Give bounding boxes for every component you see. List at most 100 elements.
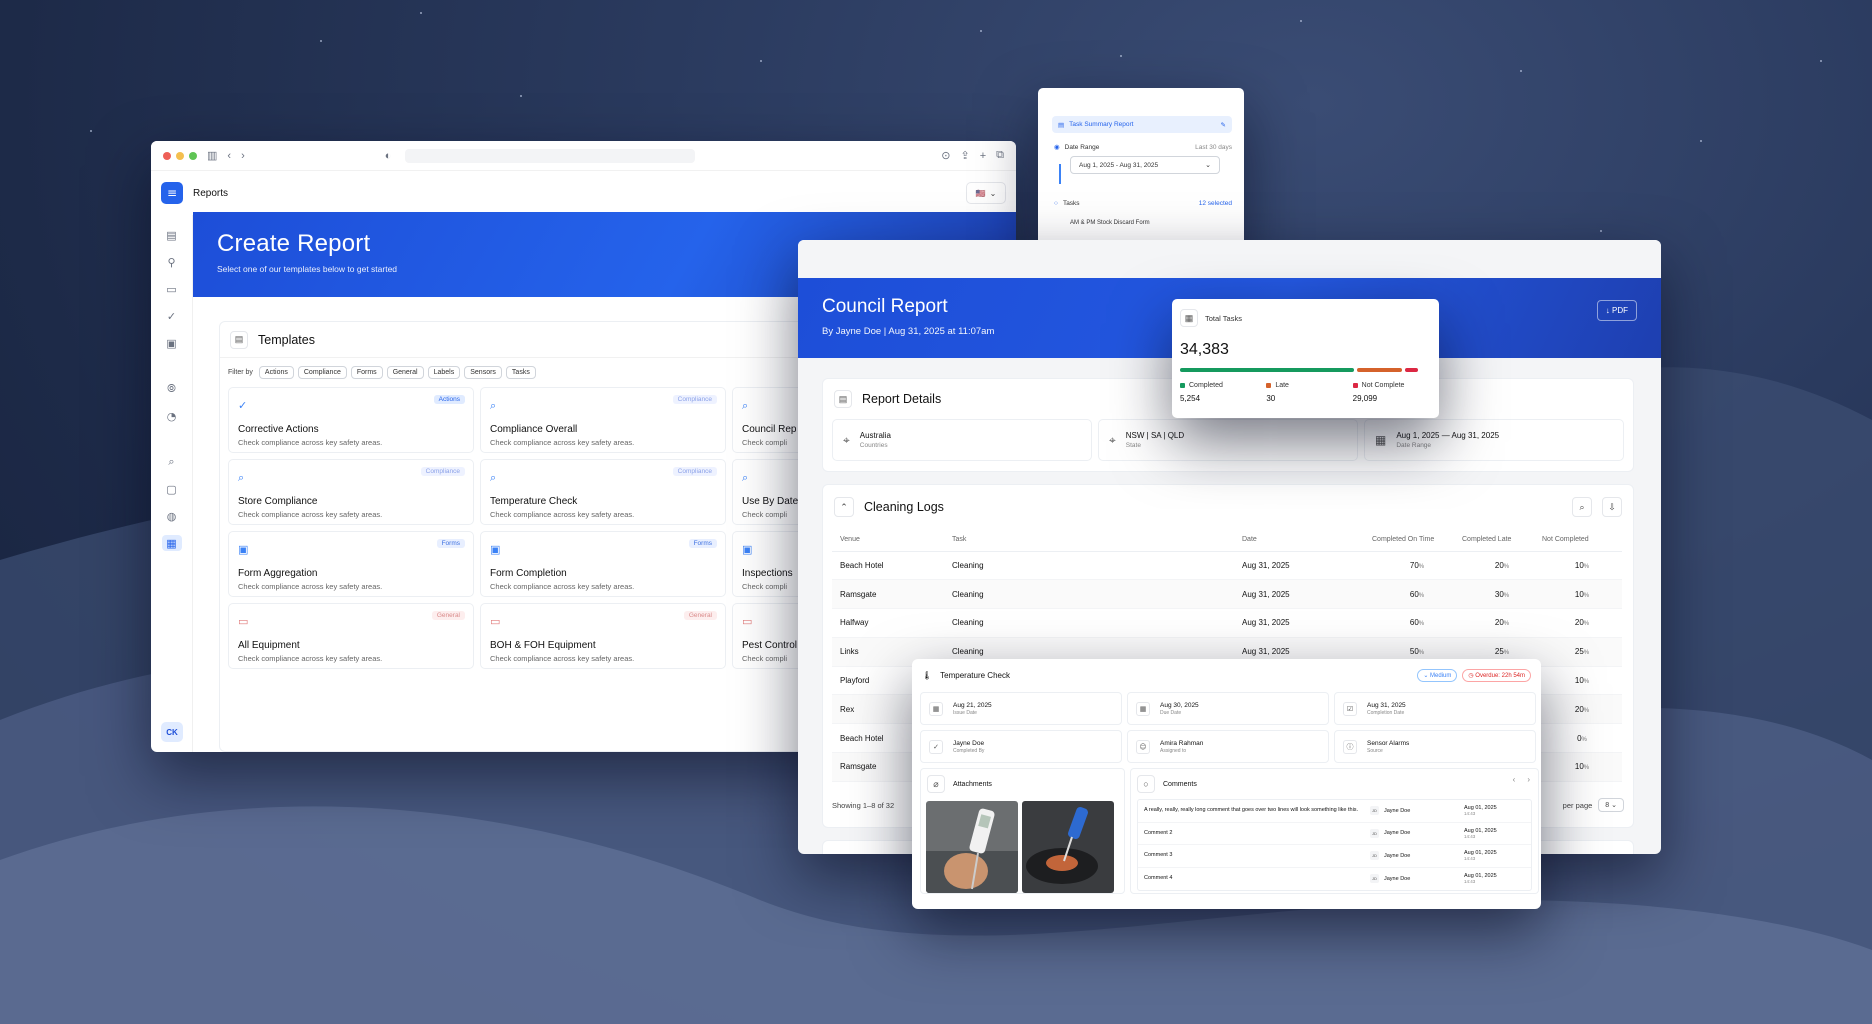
sidebar-forms-icon[interactable]: ▣ — [162, 335, 182, 351]
comment-bubble-icon: ○ — [1137, 775, 1155, 793]
comment-datetime: Aug 01, 2025 14:43 — [1464, 873, 1497, 884]
comment-row[interactable]: Comment 4 JD Jayne Doe Aug 01, 2025 14:43 — [1138, 868, 1531, 891]
col-date[interactable]: Date — [1242, 529, 1372, 552]
sidebar-reports-icon[interactable]: ▦ — [161, 535, 182, 551]
comment-author: JD Jayne Doe — [1370, 828, 1464, 838]
sidebar-hierarchy-icon[interactable]: ⚲ — [162, 254, 182, 270]
not-completed-cell: 10% — [1542, 752, 1622, 782]
sidebar-palette-icon[interactable]: ◍ — [162, 508, 182, 524]
user-avatar[interactable]: CK — [161, 722, 183, 742]
template-badge: Compliance — [672, 395, 717, 404]
sidebar-sensor-icon[interactable]: ⦾ — [162, 381, 182, 397]
task-status-bar — [1180, 368, 1432, 372]
template-grid: ✓ Actions Corrective Actions Check complian… — [220, 387, 978, 669]
template-card[interactable]: ✓ Actions Corrective Actions Check complian… — [228, 387, 474, 453]
task-field: ✓ Jayne Doe Completed By — [920, 730, 1122, 763]
date-range-select[interactable]: Aug 1, 2025 - Aug 31, 2025 ⌄ — [1070, 156, 1220, 174]
task-list-item[interactable]: AM & PM Stock Discard Form — [1070, 220, 1244, 226]
sidebar-check-icon[interactable]: ✓ — [162, 308, 182, 324]
report-details-title: Report Details — [862, 392, 942, 406]
comment-row[interactable]: A really, really, really long comment th… — [1138, 800, 1531, 823]
share-icon[interactable]: ⇪ — [960, 149, 969, 162]
download-icon[interactable]: ⊙ — [941, 149, 950, 162]
sidebar-monitor-icon[interactable]: ▢ — [162, 481, 182, 497]
template-card[interactable]: ▭ General All Equipment Check compliance ac… — [228, 603, 474, 669]
template-card[interactable]: ▭ General BOH & FOH Equipment Check complia… — [480, 603, 726, 669]
app-logo-icon[interactable]: ≡ — [161, 182, 183, 204]
new-tab-icon[interactable]: + — [980, 150, 986, 162]
download-icon[interactable]: ⇩ — [1602, 497, 1622, 517]
maximize-window-icon[interactable] — [189, 151, 197, 160]
edit-icon[interactable]: ✎ — [1221, 121, 1226, 129]
template-card[interactable]: ⌕ Compliance Temperature Check Check compli… — [480, 459, 726, 525]
sidebar-toggle-icon[interactable]: ▥ — [207, 149, 217, 162]
back-icon[interactable]: ‹ — [227, 150, 231, 162]
col-venue[interactable]: Venue — [832, 529, 952, 552]
template-name: Compliance Overall — [490, 424, 578, 435]
col-not-completed[interactable]: Not Completed — [1542, 529, 1622, 552]
template-card[interactable]: ⌕ Compliance Compliance Overall Check compl… — [480, 387, 726, 453]
venue-cell: Beach Hotel — [832, 551, 952, 581]
collapse-chevron-icon[interactable]: ⌃ — [834, 497, 854, 517]
table-row[interactable]: Beach Hotel Cleaning Aug 31, 2025 70% 20% 10% — [832, 551, 1622, 581]
folder-icon: ▭ — [238, 615, 249, 628]
tabs-overview-icon[interactable]: ⧉ — [996, 149, 1004, 162]
field-value: Sensor Alarms — [1367, 739, 1410, 747]
previous-comments-icon[interactable]: ‹ — [1513, 775, 1516, 784]
minimize-window-icon[interactable] — [176, 151, 184, 160]
filter-chip-forms[interactable]: Forms — [350, 366, 383, 379]
filter-chip-compliance[interactable]: Compliance — [297, 366, 347, 379]
tasks-selected-count[interactable]: 12 selected — [1199, 200, 1232, 207]
comment-text: A really, really, really long comment th… — [1144, 807, 1359, 814]
attachment-photo-pan[interactable] — [1022, 801, 1114, 893]
not-completed-cell: 20% — [1542, 694, 1622, 725]
venue-cell-value: Rex — [840, 704, 855, 714]
task-field: ☺ Amira Rahman Assigned to — [1127, 730, 1329, 763]
percent-sign: % — [1418, 650, 1425, 657]
language-selector[interactable]: 🇺🇸 ⌄ — [966, 182, 1006, 204]
address-bar[interactable] — [405, 148, 696, 163]
late-count: 30 — [1266, 394, 1276, 403]
privacy-shield-icon[interactable]: ◐ — [385, 150, 392, 162]
close-window-icon[interactable] — [163, 151, 171, 160]
check-circle-icon: ◉ — [1054, 144, 1060, 151]
comment-author: JD Jayne Doe — [1370, 806, 1464, 816]
filter-chip-actions[interactable]: Actions — [258, 366, 294, 379]
sidebar-folder-icon[interactable]: ▭ — [162, 281, 182, 297]
field-value: Aug 31, 2025 — [1367, 701, 1406, 709]
pdf-download-button[interactable]: ↓ PDF — [1596, 300, 1637, 321]
filter-chip-tasks[interactable]: Tasks — [505, 366, 536, 379]
completed-bar-segment — [1180, 368, 1354, 372]
filter-chip-labels[interactable]: Labels — [427, 366, 461, 379]
sidebar-search-icon[interactable]: ⌕ — [162, 454, 182, 470]
per-page-select[interactable]: 8 ⌄ — [1598, 798, 1624, 812]
late-bar-segment — [1357, 368, 1402, 372]
late-cell-value: 30 — [1494, 589, 1504, 599]
col-task[interactable]: Task — [952, 529, 1242, 552]
comment-row[interactable]: Comment 2 JD Jayne Doe Aug 01, 2025 14:43 — [1138, 823, 1531, 845]
filter-label: Filter by — [228, 369, 253, 376]
task-cell: Cleaning — [952, 551, 1242, 581]
table-row[interactable]: Ramsgate Cleaning Aug 31, 2025 60% 30% 10% — [832, 579, 1622, 610]
task-summary-report-item[interactable]: ▤ Task Summary Report ✎ — [1052, 116, 1232, 133]
next-comments-icon[interactable]: › — [1527, 775, 1530, 784]
sidebar-clipboard-icon[interactable]: ▤ — [162, 227, 182, 243]
venue-cell-value: Beach Hotel — [840, 733, 884, 743]
forward-icon[interactable]: › — [241, 150, 245, 162]
filter-chip-sensors[interactable]: Sensors — [464, 366, 502, 379]
col-late[interactable]: Completed Late — [1462, 529, 1542, 552]
table-row[interactable]: Halfway Cleaning Aug 31, 2025 60% 20% 20% — [832, 608, 1622, 638]
search-icon[interactable]: ⌕ — [1572, 497, 1592, 517]
col-on-time[interactable]: Completed On Time — [1372, 529, 1462, 552]
sidebar-pie-icon[interactable]: ◔ — [162, 408, 182, 424]
attachment-photo-thermometer[interactable] — [926, 801, 1018, 893]
total-tasks-value: 34,383 — [1180, 341, 1229, 358]
template-card[interactable]: ▣ Forms Form Aggregation Check compliance a… — [228, 531, 474, 597]
comment-row[interactable]: Comment 3 JD Jayne Doe Aug 01, 2025 14:43 — [1138, 845, 1531, 868]
template-card[interactable]: ⌕ Compliance Store Compliance Check complia… — [228, 459, 474, 525]
filter-chip-general[interactable]: General — [386, 366, 424, 379]
date-range-label: Date Range — [1064, 143, 1100, 151]
comment-time: 14:43 — [1464, 856, 1476, 862]
template-card[interactable]: ▣ Forms Form Completion Check compliance ac… — [480, 531, 726, 597]
venue-cell-value: Ramsgate — [840, 762, 877, 772]
